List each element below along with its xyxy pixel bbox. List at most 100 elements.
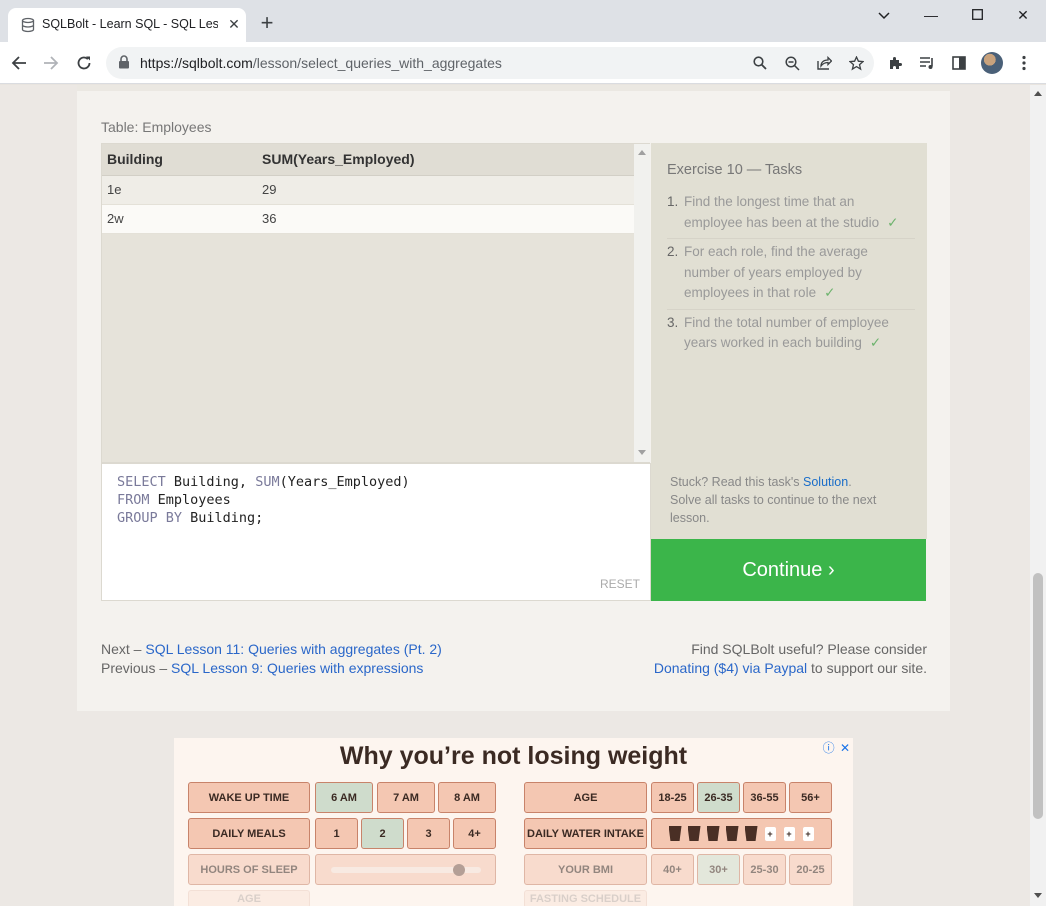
profile-avatar[interactable]	[981, 52, 1003, 74]
ad-option[interactable]: 36-55	[743, 782, 786, 813]
browser-tab-strip: SQLBolt - Learn SQL - SQL Lesson ✕ + — ✕	[0, 0, 1046, 42]
task-number: 1.	[667, 194, 679, 209]
back-icon[interactable]	[8, 52, 30, 74]
slider-track[interactable]	[330, 863, 481, 876]
reset-button[interactable]: RESET	[600, 577, 640, 591]
scroll-down-arrow-icon[interactable]	[1034, 893, 1042, 898]
forward-icon[interactable]	[40, 52, 62, 74]
close-tab-icon[interactable]: ✕	[226, 16, 242, 32]
ad-option[interactable]: 3	[407, 818, 450, 849]
donate-link[interactable]: Donating ($4) via Paypal	[654, 660, 807, 676]
sql-keyword: GROUP BY	[117, 510, 183, 526]
water-cup-icon[interactable]	[706, 826, 720, 841]
search-icon[interactable]	[750, 53, 770, 73]
maximize-icon[interactable]	[962, 4, 992, 26]
table-cell: 36	[257, 204, 634, 234]
ad-option[interactable]: 1	[315, 818, 358, 849]
ad-option[interactable]: 56+	[789, 782, 832, 813]
ad-option[interactable]: 18-25	[651, 782, 694, 813]
media-control-icon[interactable]	[916, 52, 938, 74]
ad-option[interactable]: 7 AM	[377, 782, 435, 813]
scrollbar-thumb[interactable]	[1033, 573, 1043, 819]
results-header-row: Building SUM(Years_Employed)	[102, 144, 634, 176]
help-text: Stuck? Read this task's Solution. Solve …	[670, 473, 910, 527]
minimize-icon[interactable]: —	[916, 4, 946, 26]
water-intake-selector[interactable]: + + +	[651, 818, 832, 849]
ad-label: DAILY MEALS	[188, 818, 310, 849]
task-number: 3.	[667, 314, 679, 330]
exercise-tasks-panel: Exercise 10 — Tasks 1. Find the longest …	[651, 143, 927, 539]
plus-icon[interactable]: +	[783, 826, 795, 841]
water-cup-icon[interactable]	[687, 826, 701, 841]
close-window-icon[interactable]: ✕	[1008, 4, 1038, 26]
browser-tab[interactable]: SQLBolt - Learn SQL - SQL Lesson ✕	[8, 8, 246, 42]
share-icon[interactable]	[814, 53, 834, 73]
url-text: https://sqlbolt.com/lesson/select_querie…	[140, 55, 502, 71]
tab-search-icon[interactable]	[869, 4, 899, 26]
previous-lesson-line: Previous – SQL Lesson 9: Queries with ex…	[101, 659, 442, 678]
ad-option[interactable]: 4+	[453, 818, 496, 849]
table-cell: 1e	[102, 175, 257, 205]
check-icon: ✓	[869, 335, 882, 350]
task-number: 2.	[667, 244, 679, 259]
sql-text: (Years_Employed)	[279, 474, 410, 490]
ad-option[interactable]: 25-30	[743, 854, 786, 885]
sql-text: Building;	[182, 510, 264, 526]
ad-option[interactable]: 30+	[697, 854, 740, 885]
extensions-icon[interactable]	[884, 52, 906, 74]
scroll-up-arrow-icon[interactable]	[1034, 91, 1042, 96]
ad-option[interactable]: 8 AM	[438, 782, 496, 813]
ad-label: AGE	[524, 782, 647, 813]
new-tab-icon[interactable]: +	[256, 12, 278, 34]
continue-button[interactable]: Continue ›	[651, 539, 926, 601]
reload-icon[interactable]	[73, 52, 95, 74]
previous-lesson-link[interactable]: SQL Lesson 9: Queries with expressions	[171, 660, 423, 676]
ad-label: DAILY WATER INTAKE	[524, 818, 647, 849]
sql-editor[interactable]: SELECT Building, SUM(Years_Employed) FRO…	[101, 463, 651, 601]
ad-headline: Why you’re not losing weight	[339, 742, 688, 770]
previous-prefix: Previous –	[101, 660, 172, 676]
sql-query-text[interactable]: SELECT Building, SUM(Years_Employed) FRO…	[117, 473, 410, 527]
lesson-card: Table: Employees Building SUM(Years_Empl…	[77, 85, 950, 711]
ad-option[interactable]: 6 AM	[315, 782, 373, 813]
task-item: 1. Find the longest time that an employe…	[667, 192, 915, 239]
next-lesson-line: Next – SQL Lesson 11: Queries with aggre…	[101, 640, 442, 659]
page-scrollbar[interactable]	[1030, 85, 1046, 906]
table-cell: 29	[257, 175, 634, 205]
next-lesson-link[interactable]: SQL Lesson 11: Queries with aggregates (…	[145, 641, 442, 657]
slider-knob[interactable]	[452, 863, 465, 876]
ad-option[interactable]: 26-35	[697, 782, 740, 813]
solve-all-text: Solve all tasks to continue to the next …	[670, 493, 877, 525]
solution-link[interactable]: Solution	[803, 475, 848, 489]
zoom-out-icon[interactable]	[782, 53, 802, 73]
lock-icon	[118, 55, 130, 74]
scroll-up-arrow-icon[interactable]	[638, 150, 646, 155]
ad-option[interactable]: 2	[361, 818, 404, 849]
plus-icon[interactable]: +	[764, 826, 776, 841]
ad-label: FASTING SCHEDULE	[524, 890, 647, 906]
menu-kebab-icon[interactable]	[1013, 52, 1035, 74]
results-table: Building SUM(Years_Employed) 1e 29 2w 36	[102, 144, 634, 234]
check-icon: ✓	[824, 285, 836, 300]
ad-label: WAKE UP TIME	[188, 782, 310, 813]
card-top-band	[77, 85, 950, 91]
results-scrollbar[interactable]	[634, 144, 650, 462]
ad-option[interactable]: 40+	[651, 854, 694, 885]
water-cup-icon[interactable]	[668, 826, 682, 841]
scroll-down-arrow-icon[interactable]	[638, 450, 646, 455]
sleep-slider[interactable]	[315, 854, 496, 885]
bookmark-star-icon[interactable]	[846, 53, 866, 73]
plus-icon[interactable]: +	[802, 826, 814, 841]
water-cup-icon[interactable]	[744, 826, 758, 841]
water-cup-icon[interactable]	[725, 826, 739, 841]
sql-function: SUM	[255, 474, 280, 490]
advertisement[interactable]: ⓘ ✕ Why you’re not losing weight WAKE UP…	[174, 738, 853, 906]
task-text: Find the total number of employee years …	[684, 314, 889, 351]
tab-title: SQLBolt - Learn SQL - SQL Lesson	[42, 17, 218, 31]
ad-option[interactable]: 20-25	[789, 854, 832, 885]
column-header-sum: SUM(Years_Employed)	[257, 144, 634, 176]
address-bar[interactable]: https://sqlbolt.com/lesson/select_querie…	[106, 47, 874, 79]
ad-label: YOUR BMI	[524, 854, 647, 885]
sql-keyword: FROM	[117, 492, 150, 508]
side-panel-icon[interactable]	[948, 52, 970, 74]
